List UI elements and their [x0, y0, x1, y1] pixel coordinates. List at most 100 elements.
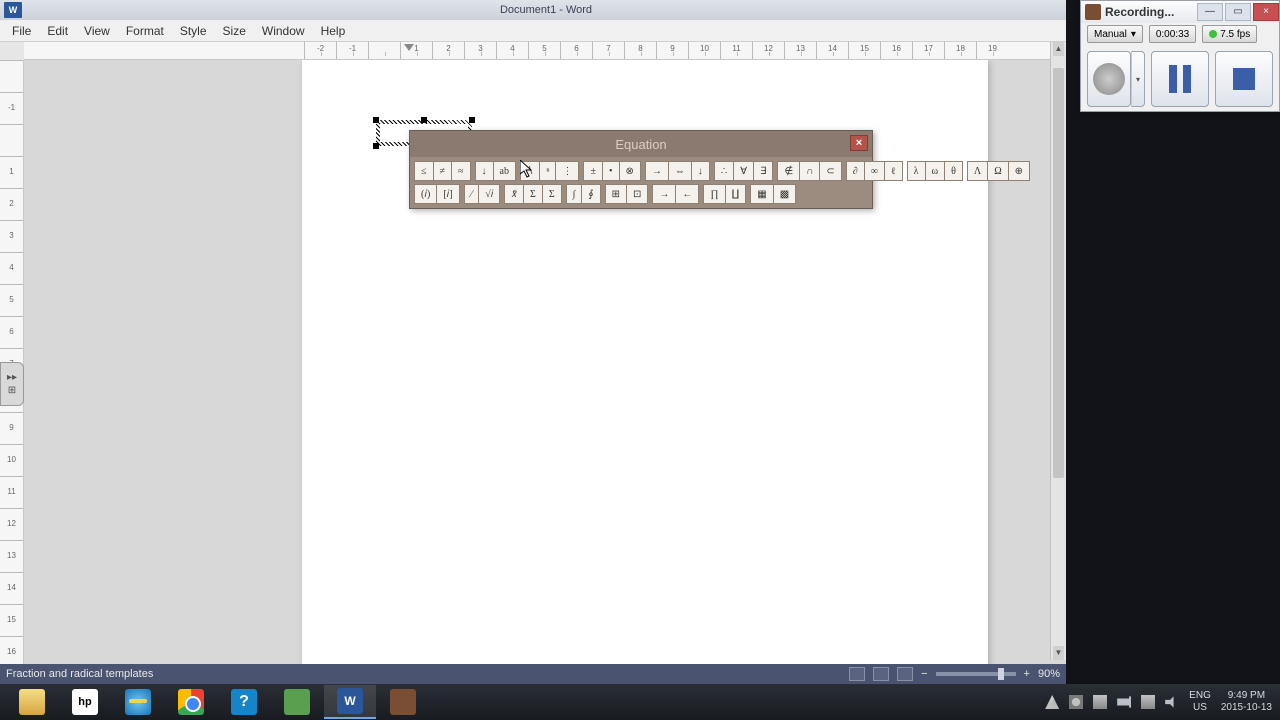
system-tray[interactable]: ENGUS 9:49 PM2015-10-13 — [1045, 690, 1280, 714]
margin-marker-icon[interactable] — [404, 44, 414, 51]
clock[interactable]: 9:49 PM2015-10-13 — [1221, 690, 1272, 714]
zoom-out-icon[interactable]: − — [921, 668, 927, 680]
equation-symbol-button[interactable]: λ — [907, 161, 926, 181]
equation-symbol-button[interactable]: ← — [676, 184, 699, 204]
equation-symbol-button[interactable]: ∩ — [800, 161, 820, 181]
volume-icon[interactable] — [1165, 695, 1179, 709]
resize-handle[interactable] — [373, 117, 379, 123]
equation-symbol-button[interactable]: ℓ — [885, 161, 903, 181]
equation-symbol-button[interactable]: ⊡ — [627, 184, 648, 204]
equation-symbol-button[interactable]: ≠ — [434, 161, 453, 181]
equation-symbol-button[interactable]: ⇔ — [669, 161, 692, 181]
equation-symbol-button[interactable]: • — [603, 161, 620, 181]
taskbar[interactable]: hp? W ENGUS 9:49 PM2015-10-13 — [0, 684, 1280, 720]
equation-symbol-button[interactable]: ⁿ — [540, 161, 556, 181]
equation-symbol-button[interactable]: ⊞ — [605, 184, 627, 204]
menu-help[interactable]: Help — [313, 22, 354, 40]
maximize-button[interactable]: ▭ — [1225, 3, 1251, 21]
taskbar-file-explorer[interactable] — [6, 685, 58, 719]
equation-symbol-button[interactable]: → — [652, 184, 676, 204]
resize-handle[interactable] — [421, 117, 427, 123]
equation-symbol-button[interactable]: θ — [945, 161, 963, 181]
view-web-button[interactable] — [897, 667, 913, 681]
menu-edit[interactable]: Edit — [39, 22, 76, 40]
scroll-down-icon[interactable]: ▼ — [1053, 646, 1064, 660]
taskbar-word[interactable]: W — [324, 685, 376, 719]
equation-symbol-button[interactable]: → — [645, 161, 669, 181]
equation-symbol-button[interactable]: Σ — [524, 184, 543, 204]
horizontal-ruler[interactable]: -2-112345678910111213141516171819 — [24, 42, 1066, 60]
equation-symbol-button[interactable]: ⁄ — [464, 184, 480, 204]
close-button[interactable]: × — [850, 135, 868, 151]
equation-symbol-button[interactable]: [𝑖] — [437, 184, 459, 204]
tray-app-icon[interactable] — [1069, 695, 1083, 709]
recorder-titlebar[interactable]: Recording... — ▭ × — [1081, 1, 1279, 23]
close-button[interactable]: × — [1253, 3, 1279, 21]
equation-symbol-button[interactable]: ∉ — [777, 161, 800, 181]
menu-file[interactable]: File — [4, 22, 39, 40]
onedrive-icon[interactable] — [1093, 695, 1107, 709]
equation-toolbar[interactable]: Equation × ≤≠≈↓ab∖ⁿ⋮±•⊗→⇔↓∴∀∃∉∩⊂∂∞ℓλωθΛΩ… — [409, 130, 873, 209]
equation-symbol-button[interactable]: ▩ — [774, 184, 796, 204]
recorder-window[interactable]: Recording... — ▭ × Manual▾ 0:00:33 7.5 f… — [1080, 0, 1280, 112]
equation-symbol-button[interactable]: (𝑖) — [414, 184, 437, 204]
taskbar-chrome[interactable] — [165, 685, 217, 719]
menu-format[interactable]: Format — [118, 22, 172, 40]
scroll-up-icon[interactable]: ▲ — [1053, 42, 1064, 56]
equation-symbol-button[interactable]: ∀ — [734, 161, 754, 181]
equation-symbol-button[interactable]: ± — [583, 161, 603, 181]
equation-titlebar[interactable]: Equation × — [410, 131, 872, 157]
equation-symbol-button[interactable]: ab — [494, 161, 516, 181]
equation-symbol-button[interactable]: ⊂ — [820, 161, 841, 181]
zoom-level[interactable]: 90% — [1038, 668, 1060, 680]
show-hidden-icons-icon[interactable] — [1045, 695, 1059, 709]
equation-symbol-button[interactable]: ∮ — [582, 184, 600, 204]
scroll-thumb[interactable] — [1053, 68, 1064, 478]
equation-symbol-button[interactable]: Λ — [967, 161, 988, 181]
equation-symbol-button[interactable]: ↓ — [692, 161, 710, 181]
equation-symbol-button[interactable]: ⊕ — [1009, 161, 1030, 181]
equation-symbol-button[interactable]: √𝑖 — [479, 184, 500, 204]
side-panel-tab[interactable]: ▸▸ ⊞ — [0, 362, 24, 406]
equation-symbol-button[interactable]: ∐ — [726, 184, 747, 204]
menu-style[interactable]: Style — [172, 22, 215, 40]
taskbar-help[interactable]: ? — [218, 685, 270, 719]
equation-symbol-button[interactable]: ∴ — [714, 161, 734, 181]
equation-symbol-button[interactable]: ∫ — [566, 184, 583, 204]
zoom-in-icon[interactable]: + — [1024, 668, 1030, 680]
equation-symbol-button[interactable]: ≈ — [452, 161, 471, 181]
equation-symbol-button[interactable]: ∞ — [865, 161, 885, 181]
view-print-button[interactable] — [849, 667, 865, 681]
language-indicator[interactable]: ENGUS — [1189, 690, 1211, 714]
equation-symbol-button[interactable]: ▦ — [750, 184, 773, 204]
network-icon[interactable] — [1141, 695, 1155, 709]
equation-symbol-button[interactable]: Ω — [988, 161, 1008, 181]
battery-icon[interactable] — [1117, 695, 1131, 709]
equation-symbol-button[interactable]: ≤ — [414, 161, 434, 181]
resize-handle[interactable] — [373, 143, 379, 149]
equation-symbol-button[interactable]: ∂ — [846, 161, 865, 181]
menu-window[interactable]: Window — [254, 22, 313, 40]
title-bar[interactable]: W Document1 - Word — [0, 0, 1066, 20]
taskbar-notepad[interactable] — [271, 685, 323, 719]
menu-view[interactable]: View — [76, 22, 118, 40]
equation-symbol-button[interactable]: Σ — [543, 184, 562, 204]
equation-symbol-button[interactable]: ∖ — [520, 161, 540, 181]
minimize-button[interactable]: — — [1197, 3, 1223, 21]
equation-symbol-button[interactable]: ⊗ — [620, 161, 641, 181]
taskbar-hp[interactable]: hp — [59, 685, 111, 719]
equation-symbol-button[interactable]: 𝑥̄ — [504, 184, 524, 204]
record-button[interactable]: ▾ — [1087, 51, 1145, 107]
stop-button[interactable] — [1215, 51, 1273, 107]
equation-symbol-button[interactable]: ω — [926, 161, 946, 181]
zoom-thumb[interactable] — [998, 668, 1004, 680]
equation-symbol-button[interactable]: ∏ — [703, 184, 725, 204]
equation-symbol-button[interactable]: ∃ — [754, 161, 773, 181]
equation-symbol-button[interactable]: ↓ — [475, 161, 494, 181]
taskbar-recorder[interactable] — [377, 685, 429, 719]
pause-button[interactable] — [1151, 51, 1209, 107]
record-dropdown[interactable]: ▾ — [1131, 51, 1145, 107]
vertical-scrollbar[interactable]: ▲ ▼ — [1050, 42, 1066, 660]
view-read-button[interactable] — [873, 667, 889, 681]
menu-size[interactable]: Size — [215, 22, 254, 40]
